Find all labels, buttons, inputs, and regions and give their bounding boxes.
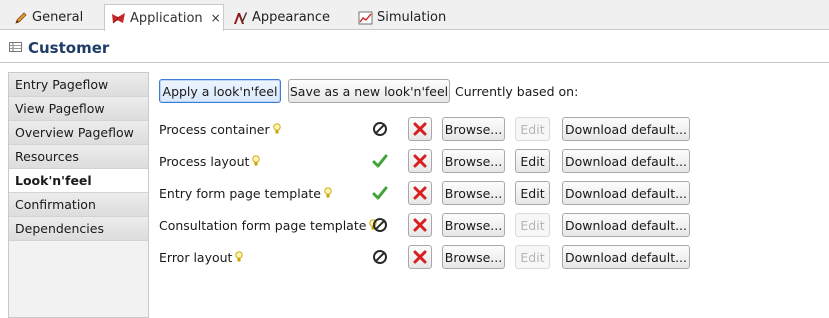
section-sidebar: Entry Pageflow View Pageflow Overview Pa… xyxy=(8,72,149,318)
simulation-icon xyxy=(358,11,373,25)
consultation-form-template-label: Consultation form page template xyxy=(159,217,367,233)
lightbulb-icon xyxy=(272,123,281,135)
sidebar-item-looknfeel[interactable]: Look'n'feel xyxy=(9,169,148,193)
sidebar-item-entry-pageflow[interactable]: Entry Pageflow xyxy=(9,73,148,97)
delete-icon xyxy=(413,122,427,136)
process-container-label: Process container xyxy=(159,121,270,137)
save-looknfeel-button[interactable]: Save as a new look'n'feel xyxy=(288,79,450,103)
resource-row-label: Error layout xyxy=(159,245,244,269)
delete-button[interactable] xyxy=(408,213,432,237)
browse-button[interactable]: Browse... xyxy=(442,117,505,141)
checkmark-icon xyxy=(370,181,390,205)
sidebar-item-overview-pageflow[interactable]: Overview Pageflow xyxy=(9,121,148,145)
editor-tab-bar: General Application × Appearance Simulat… xyxy=(0,0,829,31)
delete-icon xyxy=(413,154,427,168)
delete-icon xyxy=(413,250,427,264)
edit-button[interactable]: Edit xyxy=(515,213,550,237)
lightbulb-icon xyxy=(235,251,244,263)
download-default-button[interactable]: Download default... xyxy=(562,149,690,173)
resource-row-label: Process layout xyxy=(159,149,261,173)
application-icon xyxy=(111,11,126,25)
page-title: Customer xyxy=(28,38,110,57)
browse-button[interactable]: Browse... xyxy=(442,245,505,269)
form-icon xyxy=(9,41,22,55)
browse-button[interactable]: Browse... xyxy=(442,149,505,173)
tab-simulation[interactable]: Simulation xyxy=(351,4,447,30)
browse-button[interactable]: Browse... xyxy=(442,181,505,205)
download-default-button[interactable]: Download default... xyxy=(562,245,690,269)
entry-form-template-label: Entry form page template xyxy=(159,185,321,201)
download-default-button[interactable]: Download default... xyxy=(562,213,690,237)
resource-row-label: Process container xyxy=(159,117,281,141)
tab-simulation-label: Simulation xyxy=(377,10,447,25)
not-set-icon xyxy=(370,245,390,269)
tab-general[interactable]: General xyxy=(7,4,97,30)
delete-button[interactable] xyxy=(408,181,432,205)
sidebar-item-confirmation[interactable]: Confirmation xyxy=(9,193,148,217)
tab-application-label: Application xyxy=(130,10,203,26)
editor-header: Customer xyxy=(0,33,829,63)
edit-button[interactable]: Edit xyxy=(515,149,550,173)
delete-button[interactable] xyxy=(408,245,432,269)
lightbulb-icon xyxy=(252,155,261,167)
delete-button[interactable] xyxy=(408,149,432,173)
browse-button[interactable]: Browse... xyxy=(442,213,505,237)
lightbulb-icon xyxy=(324,187,332,199)
sidebar-item-resources[interactable]: Resources xyxy=(9,145,148,169)
not-set-icon xyxy=(370,117,390,141)
sidebar-item-view-pageflow[interactable]: View Pageflow xyxy=(9,97,148,121)
download-default-button[interactable]: Download default... xyxy=(562,181,690,205)
edit-button[interactable]: Edit xyxy=(515,245,550,269)
apply-looknfeel-button[interactable]: Apply a look'n'feel xyxy=(159,79,281,103)
process-layout-label: Process layout xyxy=(159,153,250,169)
tab-appearance-label: Appearance xyxy=(252,10,331,25)
looknfeel-panel: Apply a look'n'feel Save as a new look'n… xyxy=(150,72,829,318)
delete-icon xyxy=(413,186,427,200)
edit-button[interactable]: Edit xyxy=(515,117,550,141)
tab-general-label: General xyxy=(32,10,84,25)
pencil-icon xyxy=(14,11,28,25)
tab-appearance[interactable]: Appearance xyxy=(226,4,336,30)
based-on-label: Currently based on: xyxy=(455,84,579,99)
checkmark-icon xyxy=(370,149,390,173)
tab-close-icon[interactable]: × xyxy=(211,11,221,25)
edit-button[interactable]: Edit xyxy=(515,181,550,205)
tab-application[interactable]: Application × xyxy=(104,4,224,31)
appearance-icon xyxy=(233,11,248,25)
download-default-button[interactable]: Download default... xyxy=(562,117,690,141)
resource-row-label: Consultation form page template xyxy=(159,213,378,237)
not-set-icon xyxy=(370,213,390,237)
resource-row-label: Entry form page template xyxy=(159,181,332,205)
error-layout-label: Error layout xyxy=(159,249,233,265)
delete-button[interactable] xyxy=(408,117,432,141)
sidebar-item-dependencies[interactable]: Dependencies xyxy=(9,217,148,241)
delete-icon xyxy=(413,218,427,232)
